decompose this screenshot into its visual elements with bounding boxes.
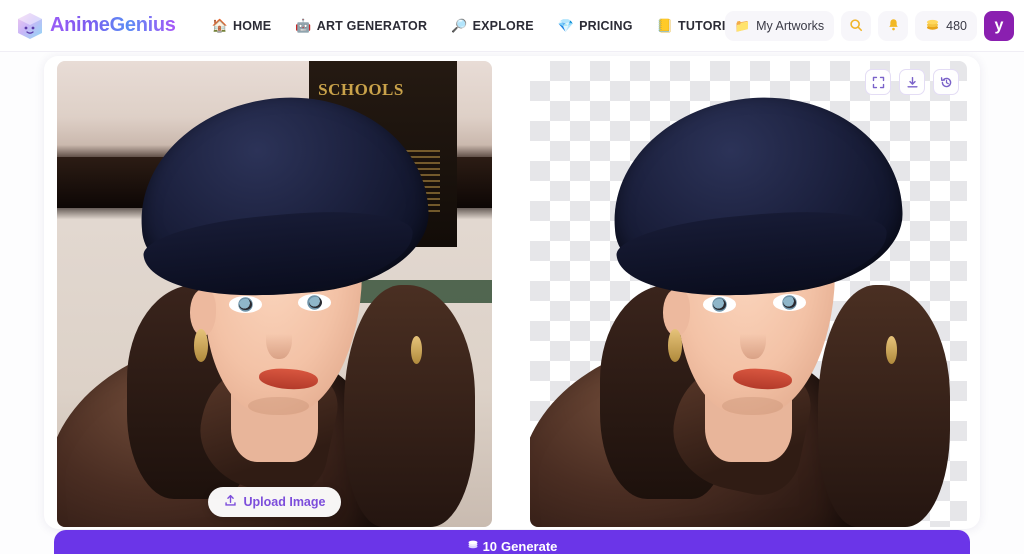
upload-image-label: Upload Image bbox=[244, 495, 326, 509]
generate-bar[interactable]: 10 Generate bbox=[54, 530, 970, 554]
chin-shadow bbox=[248, 397, 309, 416]
fullscreen-button[interactable] bbox=[865, 69, 891, 95]
eye-right bbox=[298, 294, 331, 311]
eye-left bbox=[229, 296, 262, 313]
download-button[interactable] bbox=[899, 69, 925, 95]
nav-label-explore: EXPLORE bbox=[473, 19, 534, 33]
house-icon: 🏠 bbox=[212, 19, 228, 32]
nose bbox=[266, 317, 292, 359]
history-icon bbox=[940, 76, 953, 89]
workspace: Upload Image bbox=[0, 52, 1024, 554]
eye-left-cutout bbox=[703, 296, 736, 313]
source-photo bbox=[57, 61, 492, 527]
main-nav: 🏠 HOME 🤖 ART GENERATOR 🔎 EXPLORE 💎 PRICI… bbox=[212, 19, 743, 33]
generate-cost: 10 bbox=[483, 539, 497, 554]
my-artworks-button[interactable]: 📁 My Artworks bbox=[725, 11, 835, 41]
chin-shadow-cutout bbox=[722, 397, 783, 416]
brand-name: AnimeGenius bbox=[50, 14, 176, 37]
notifications-button[interactable] bbox=[878, 11, 908, 41]
eye-right-cutout bbox=[773, 294, 806, 311]
search-button[interactable] bbox=[841, 11, 871, 41]
result-toolbar bbox=[865, 69, 959, 95]
upload-icon bbox=[224, 494, 237, 510]
cube-face-logo-icon bbox=[14, 10, 46, 42]
nose-cutout bbox=[740, 317, 766, 359]
upload-image-button[interactable]: Upload Image bbox=[208, 487, 342, 517]
gem-icon: 💎 bbox=[558, 19, 574, 32]
magnifier-pin-icon: 🔎 bbox=[451, 19, 467, 32]
header-actions: 📁 My Artworks bbox=[725, 0, 1015, 52]
credits-display[interactable]: 480 bbox=[915, 11, 977, 41]
download-icon bbox=[906, 76, 919, 89]
source-image-panel[interactable]: Upload Image bbox=[57, 61, 492, 527]
nav-item-home[interactable]: 🏠 HOME bbox=[212, 19, 272, 33]
generate-button[interactable]: 10 Generate bbox=[467, 539, 558, 554]
nav-label-art-generator: ART GENERATOR bbox=[317, 19, 427, 33]
coins-icon bbox=[925, 18, 940, 34]
nav-item-art-generator[interactable]: 🤖 ART GENERATOR bbox=[295, 19, 427, 33]
hair-right bbox=[344, 285, 475, 527]
nav-label-home: HOME bbox=[233, 19, 271, 33]
user-avatar[interactable]: y bbox=[984, 11, 1014, 41]
brand-logo[interactable]: AnimeGenius bbox=[14, 10, 176, 42]
credits-value: 480 bbox=[946, 19, 967, 33]
bell-icon bbox=[887, 18, 900, 35]
search-icon bbox=[849, 18, 863, 35]
robot-icon: 🤖 bbox=[295, 19, 311, 32]
hair-right-cutout bbox=[818, 285, 949, 527]
my-artworks-label: My Artworks bbox=[756, 19, 824, 33]
nav-item-explore[interactable]: 🔎 EXPLORE bbox=[451, 19, 534, 33]
nav-item-pricing[interactable]: 💎 PRICING bbox=[558, 19, 633, 33]
earring-right-cutout bbox=[886, 336, 897, 364]
earring-left-cutout bbox=[668, 329, 682, 362]
coin-icon bbox=[467, 539, 479, 553]
expand-icon bbox=[872, 76, 885, 89]
nav-label-pricing: PRICING bbox=[579, 19, 633, 33]
earring-left bbox=[194, 329, 208, 362]
result-image-panel[interactable] bbox=[530, 61, 967, 527]
book-icon: 📒 bbox=[657, 19, 673, 32]
person-subject-cutout bbox=[530, 61, 967, 527]
editor-card: Upload Image bbox=[44, 56, 980, 529]
top-navigation-bar: AnimeGenius 🏠 HOME 🤖 ART GENERATOR 🔎 EXP… bbox=[0, 0, 1024, 52]
history-button[interactable] bbox=[933, 69, 959, 95]
generate-label: Generate bbox=[501, 539, 557, 554]
person-subject bbox=[57, 61, 492, 527]
folder-icon: 📁 bbox=[735, 19, 751, 34]
